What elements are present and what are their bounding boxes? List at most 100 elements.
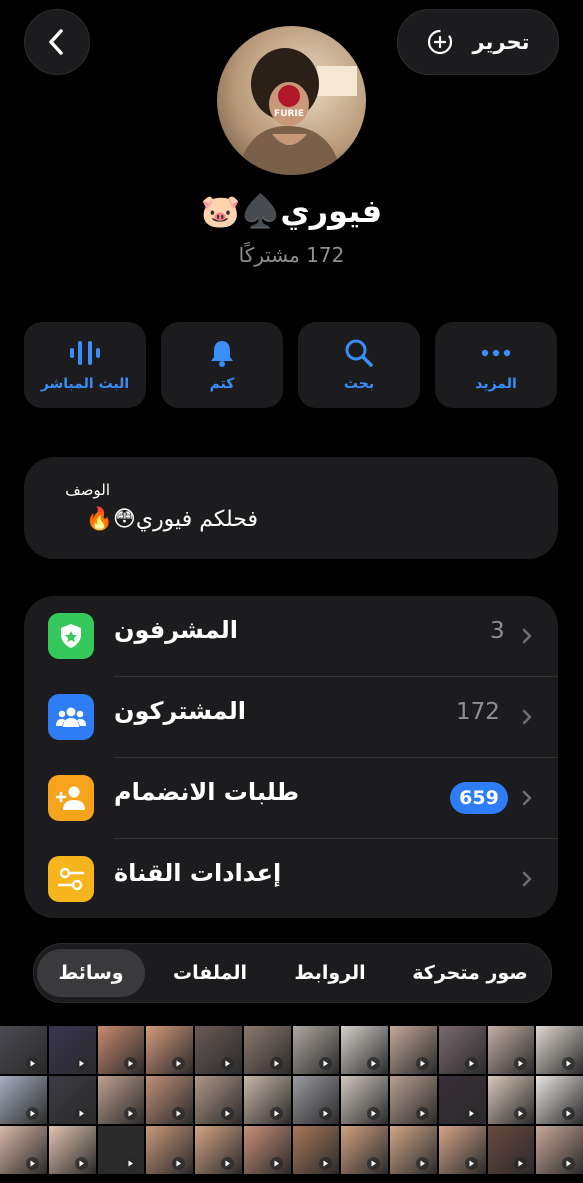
play-icon bbox=[416, 1057, 429, 1070]
edit-button[interactable]: تحرير bbox=[397, 9, 559, 75]
live-stream-button[interactable]: البث المباشر bbox=[24, 322, 146, 408]
media-thumbnail[interactable] bbox=[341, 1126, 388, 1174]
media-thumbnail[interactable] bbox=[536, 1026, 583, 1074]
media-thumbnail[interactable] bbox=[487, 1026, 535, 1074]
media-thumbnail[interactable] bbox=[390, 1076, 437, 1124]
more-label: المزيد bbox=[475, 376, 517, 392]
tab-files[interactable]: الملفات bbox=[156, 944, 264, 1002]
description-text: فحلكم فيوري😳🔥 bbox=[85, 507, 258, 532]
media-thumbnail[interactable] bbox=[438, 1026, 486, 1074]
media-thumbnail[interactable] bbox=[487, 1126, 535, 1174]
media-thumbnail[interactable] bbox=[243, 1076, 291, 1124]
play-icon bbox=[367, 1107, 381, 1120]
admins-row[interactable]: المشرفون 3 bbox=[24, 596, 558, 676]
play-icon bbox=[562, 1057, 576, 1070]
media-thumbnail[interactable] bbox=[438, 1076, 486, 1124]
media-thumbnail[interactable] bbox=[195, 1026, 242, 1074]
media-thumbnail[interactable] bbox=[341, 1026, 388, 1074]
play-icon bbox=[172, 1157, 186, 1170]
media-thumbnail[interactable] bbox=[292, 1126, 340, 1174]
play-icon bbox=[123, 1107, 137, 1120]
media-thumbnail[interactable] bbox=[195, 1126, 242, 1174]
play-icon bbox=[318, 1057, 332, 1070]
play-icon bbox=[269, 1157, 283, 1170]
tab-gifs[interactable]: صور متحركة bbox=[396, 944, 544, 1002]
play-icon bbox=[221, 1107, 234, 1120]
tab-links[interactable]: الروابط bbox=[276, 944, 384, 1002]
media-thumbnail[interactable] bbox=[487, 1076, 535, 1124]
media-thumbnail[interactable] bbox=[292, 1076, 340, 1124]
media-thumbnail[interactable] bbox=[0, 1076, 47, 1124]
live-stream-icon bbox=[70, 341, 100, 365]
search-label: بحث bbox=[343, 376, 375, 392]
join-requests-badge: 659 bbox=[450, 782, 508, 814]
description-label: الوصف bbox=[65, 481, 110, 499]
media-thumbnail[interactable] bbox=[48, 1126, 96, 1174]
play-icon bbox=[221, 1057, 234, 1070]
chevron-right-icon bbox=[522, 628, 532, 644]
media-thumbnail[interactable] bbox=[341, 1076, 388, 1124]
media-thumbnail[interactable] bbox=[0, 1026, 47, 1074]
play-icon bbox=[367, 1057, 381, 1070]
members-row[interactable]: المشتركون 172 bbox=[24, 677, 558, 757]
media-thumbnail[interactable] bbox=[438, 1126, 486, 1174]
play-icon bbox=[318, 1157, 332, 1170]
media-thumbnail[interactable] bbox=[292, 1026, 340, 1074]
media-thumbnail[interactable] bbox=[195, 1076, 242, 1124]
media-tabs: وسائط الملفات الروابط صور متحركة bbox=[33, 943, 552, 1003]
add-circle-icon bbox=[428, 29, 453, 55]
media-thumbnail[interactable] bbox=[97, 1076, 145, 1124]
play-icon bbox=[416, 1157, 429, 1170]
media-thumbnail[interactable] bbox=[390, 1126, 437, 1174]
more-button[interactable]: المزيد bbox=[435, 322, 557, 408]
media-thumbnail[interactable] bbox=[48, 1026, 96, 1074]
play-icon bbox=[318, 1107, 332, 1120]
channel-avatar[interactable]: FURIE bbox=[217, 26, 366, 175]
play-icon bbox=[513, 1107, 527, 1120]
admins-title: المشرفون bbox=[114, 616, 238, 644]
media-thumbnail[interactable] bbox=[536, 1126, 583, 1174]
play-icon bbox=[562, 1107, 576, 1120]
live-stream-label: البث المباشر bbox=[40, 376, 130, 392]
media-thumbnail[interactable] bbox=[243, 1126, 291, 1174]
play-icon bbox=[172, 1057, 186, 1070]
join-requests-row[interactable]: طلبات الانضمام 659 bbox=[24, 758, 558, 838]
play-icon bbox=[513, 1057, 527, 1070]
play-icon bbox=[416, 1107, 429, 1120]
media-thumbnail[interactable] bbox=[146, 1026, 193, 1074]
media-thumbnail[interactable] bbox=[0, 1126, 47, 1174]
chevron-right-icon bbox=[522, 871, 532, 887]
channel-settings-group: المشرفون 3 المشتركون 172 طلبات الانضمام … bbox=[24, 596, 558, 918]
channel-settings-row[interactable]: إعدادات القناة bbox=[24, 839, 558, 919]
media-thumbnail[interactable] bbox=[48, 1076, 96, 1124]
media-thumbnail[interactable] bbox=[146, 1126, 193, 1174]
back-button[interactable] bbox=[24, 9, 90, 75]
play-icon bbox=[464, 1157, 478, 1170]
play-icon bbox=[269, 1107, 283, 1120]
play-icon bbox=[74, 1057, 88, 1070]
search-button[interactable]: بحث bbox=[298, 322, 420, 408]
media-thumbnail[interactable] bbox=[390, 1026, 437, 1074]
members-count: 172 bbox=[456, 699, 500, 725]
play-icon bbox=[26, 1107, 39, 1120]
media-thumbnail[interactable] bbox=[97, 1026, 145, 1074]
play-icon bbox=[74, 1157, 88, 1170]
add-user-icon bbox=[48, 775, 94, 821]
media-thumbnail[interactable] bbox=[243, 1026, 291, 1074]
channel-settings-title: إعدادات القناة bbox=[114, 859, 282, 887]
media-thumbnail[interactable] bbox=[146, 1076, 193, 1124]
media-thumbnail[interactable] bbox=[97, 1126, 145, 1174]
play-icon bbox=[172, 1107, 186, 1120]
search-icon bbox=[345, 339, 373, 367]
media-thumbnail[interactable] bbox=[536, 1076, 583, 1124]
members-title: المشتركون bbox=[114, 697, 246, 725]
play-icon bbox=[562, 1157, 576, 1170]
mute-button[interactable]: كتم bbox=[161, 322, 283, 408]
channel-name: فيوري♠️🐷 bbox=[200, 192, 383, 230]
play-icon bbox=[269, 1057, 283, 1070]
svg-text:FURIE: FURIE bbox=[274, 109, 304, 119]
play-icon bbox=[513, 1157, 527, 1170]
edit-label: تحرير bbox=[472, 30, 530, 54]
play-icon bbox=[367, 1157, 381, 1170]
tab-media[interactable]: وسائط bbox=[37, 949, 145, 997]
